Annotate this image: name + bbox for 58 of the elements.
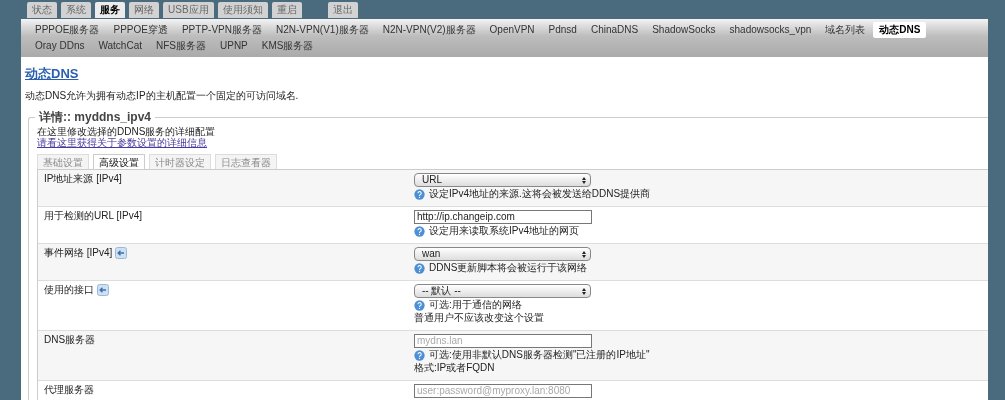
- sub-nav-link[interactable]: PPTP-VPN服务器: [175, 22, 268, 38]
- page-title[interactable]: 动态DNS: [25, 65, 79, 83]
- main-tab[interactable]: 网络: [129, 2, 159, 18]
- updown-arrows-icon: [582, 250, 586, 258]
- sub-nav-link[interactable]: UPNP: [214, 38, 254, 54]
- sub-nav-link[interactable]: 域名列表: [819, 22, 872, 38]
- setting-label: 代理服务器: [44, 384, 94, 396]
- main-tab[interactable]: USB应用: [163, 2, 214, 18]
- sub-nav-link[interactable]: Pdnsd: [542, 22, 583, 38]
- fieldset-intro: 在这里修改选择的DDNS服务的详细配置: [37, 126, 216, 137]
- updown-arrows-icon: [582, 176, 586, 184]
- help-text: DDNS更新脚本将会被运行于该网络: [429, 262, 588, 274]
- sub-nav-link[interactable]: N2N-VPN(V1)服务器: [269, 22, 375, 38]
- question-mark-icon: [414, 299, 425, 311]
- setting-label: 使用的接口: [44, 284, 94, 296]
- setting-label: 事件网络 [IPv4]: [44, 247, 113, 259]
- sub-nav-link[interactable]: WatchCat: [92, 38, 148, 54]
- sub-nav-link[interactable]: OpenVPN: [483, 22, 541, 38]
- main-tab[interactable]: 使用须知: [217, 2, 268, 18]
- page-description: 动态DNS允许为拥有动态IP的主机配置一个固定的可访问域名.: [25, 89, 300, 103]
- sub-nav-link[interactable]: PPPOE服务器: [29, 22, 106, 38]
- main-tab[interactable]: 系统: [61, 2, 91, 18]
- sub-nav-link[interactable]: ShadowSocks: [646, 22, 722, 38]
- sub-nav-link[interactable]: N2N-VPN(V2)服务器: [376, 22, 482, 38]
- section-tab[interactable]: 高级设置: [93, 154, 145, 169]
- help-text: 设定IPv4地址的来源.这将会被发送给DDNS提供商: [429, 188, 651, 200]
- question-mark-icon: [414, 262, 425, 274]
- sub-nav-link[interactable]: shadowsocks_vpn: [723, 22, 818, 38]
- sub-nav-link[interactable]: Oray DDns: [29, 38, 91, 54]
- main-tab[interactable]: 服务: [95, 2, 125, 18]
- setting-label: 用于检测的URL [IPv4]: [44, 210, 142, 222]
- text-input-field[interactable]: http://ip.changeip.com: [414, 210, 592, 224]
- sub-nav-link[interactable]: KMS服务器: [255, 38, 320, 54]
- help-text: 可选:使用非默认DNS服务器检测"已注册的IP地址": [429, 349, 650, 361]
- help-text: 设定用来读取系统IPv4地址的网页: [429, 225, 579, 237]
- main-tab[interactable]: 退出: [327, 2, 358, 18]
- question-mark-icon: [414, 349, 425, 361]
- sub-nav-link[interactable]: NFS服务器: [150, 38, 212, 54]
- sub-nav-link[interactable]: 动态DNS: [873, 22, 927, 38]
- help-text: 可选:用于通信的网络: [429, 299, 522, 311]
- help-link[interactable]: 请看这里获得关于参数设置的详细信息: [37, 137, 207, 148]
- note-text: 格式:IP或者FQDN: [414, 362, 495, 374]
- fieldset-legend: 详情:: myddns_ipv4: [35, 109, 156, 126]
- text-input-field[interactable]: mydns.lan: [414, 334, 592, 348]
- dropdown-select[interactable]: wan: [414, 247, 591, 261]
- main-tab[interactable]: 重启: [271, 2, 302, 18]
- dropdown-select[interactable]: URL: [414, 173, 591, 187]
- setting-label: DNS服务器: [44, 334, 96, 346]
- sub-nav-link[interactable]: ChinaDNS: [584, 22, 645, 38]
- text-input-field[interactable]: user:password@myproxy.lan:8080: [414, 384, 592, 398]
- updown-arrows-icon: [582, 287, 586, 295]
- dropdown-select[interactable]: -- 默认 --: [414, 284, 591, 298]
- main-tab[interactable]: 状态: [27, 2, 57, 18]
- sub-nav-link[interactable]: PPPOE穿透: [107, 22, 174, 38]
- question-mark-icon: [414, 225, 425, 237]
- question-mark-icon: [414, 188, 425, 200]
- setting-label: IP地址来源 [IPv4]: [44, 173, 122, 185]
- note-text: 普通用户不应该改变这个设置: [414, 312, 544, 324]
